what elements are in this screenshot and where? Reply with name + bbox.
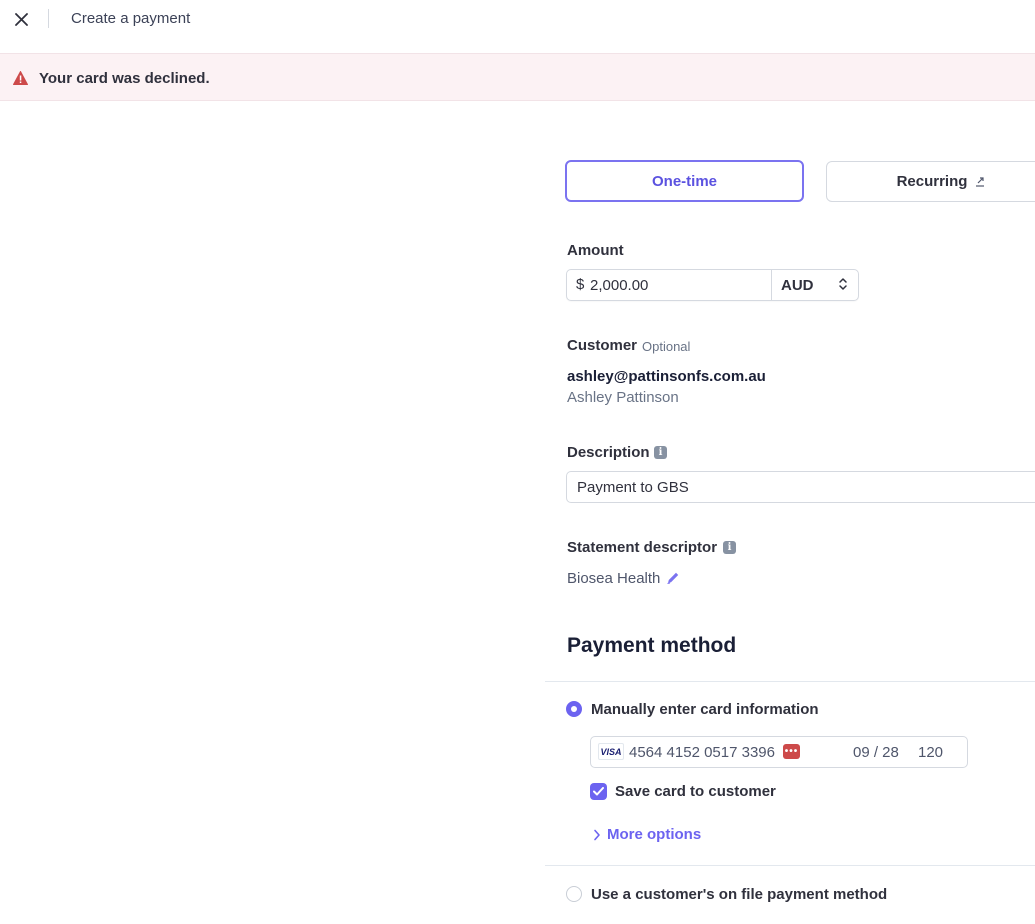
radio-manual-entry[interactable] [566,701,582,717]
tab-recurring[interactable]: Recurring [826,161,1035,202]
currency-value: AUD [781,276,814,294]
statement-descriptor-label: Statement descriptor [567,539,718,556]
warning-icon [13,71,28,85]
card-expiry-input[interactable]: 09 / 28 [853,744,899,761]
amount-label: Amount [567,242,624,259]
more-options-label: More options [607,826,702,843]
page-title: Create a payment [71,10,191,27]
tab-label: One-time [651,172,717,190]
header-divider [48,9,49,28]
card-number-input[interactable]: 4564 4152 0517 3396 [629,744,775,761]
amount-input[interactable] [590,271,766,299]
divider [545,865,1035,866]
statement-descriptor-value: Biosea Health [567,570,661,587]
save-card-checkbox[interactable] [590,783,607,800]
description-label: Description [567,444,650,461]
info-icon[interactable]: i [654,446,667,459]
currency-select[interactable]: AUD [772,270,858,300]
divider [545,681,1035,682]
currency-symbol: $ [576,276,585,293]
payment-method-heading: Payment method [567,634,737,657]
radio-on-file-method[interactable] [566,886,582,902]
customer-name: Ashley Pattinson [567,389,679,406]
pencil-icon[interactable] [666,571,680,585]
manual-entry-label[interactable]: Manually enter card information [591,701,819,718]
description-input[interactable] [566,471,1035,503]
customer-email[interactable]: ashley@pattinsonfs.com.au [567,368,766,385]
info-icon[interactable]: i [723,541,736,554]
card-error-icon: ••• [783,744,800,759]
tab-one-time[interactable]: One-time [565,160,804,202]
visa-icon: VISA [598,743,624,760]
chevron-up-down-icon [838,277,848,296]
save-card-label[interactable]: Save card to customer [615,783,776,800]
card-cvc-input[interactable]: 120 [918,744,943,761]
on-file-method-label[interactable]: Use a customer's on file payment method [591,886,887,903]
chevron-right-icon [593,829,601,841]
error-message: Your card was declined. [39,70,210,87]
external-link-icon [975,176,985,187]
customer-label: Customer [567,337,638,354]
more-options-toggle[interactable]: More options [593,826,701,843]
close-icon[interactable] [10,8,32,30]
tab-label: Recurring [896,173,968,190]
optional-tag: Optional [642,339,691,354]
